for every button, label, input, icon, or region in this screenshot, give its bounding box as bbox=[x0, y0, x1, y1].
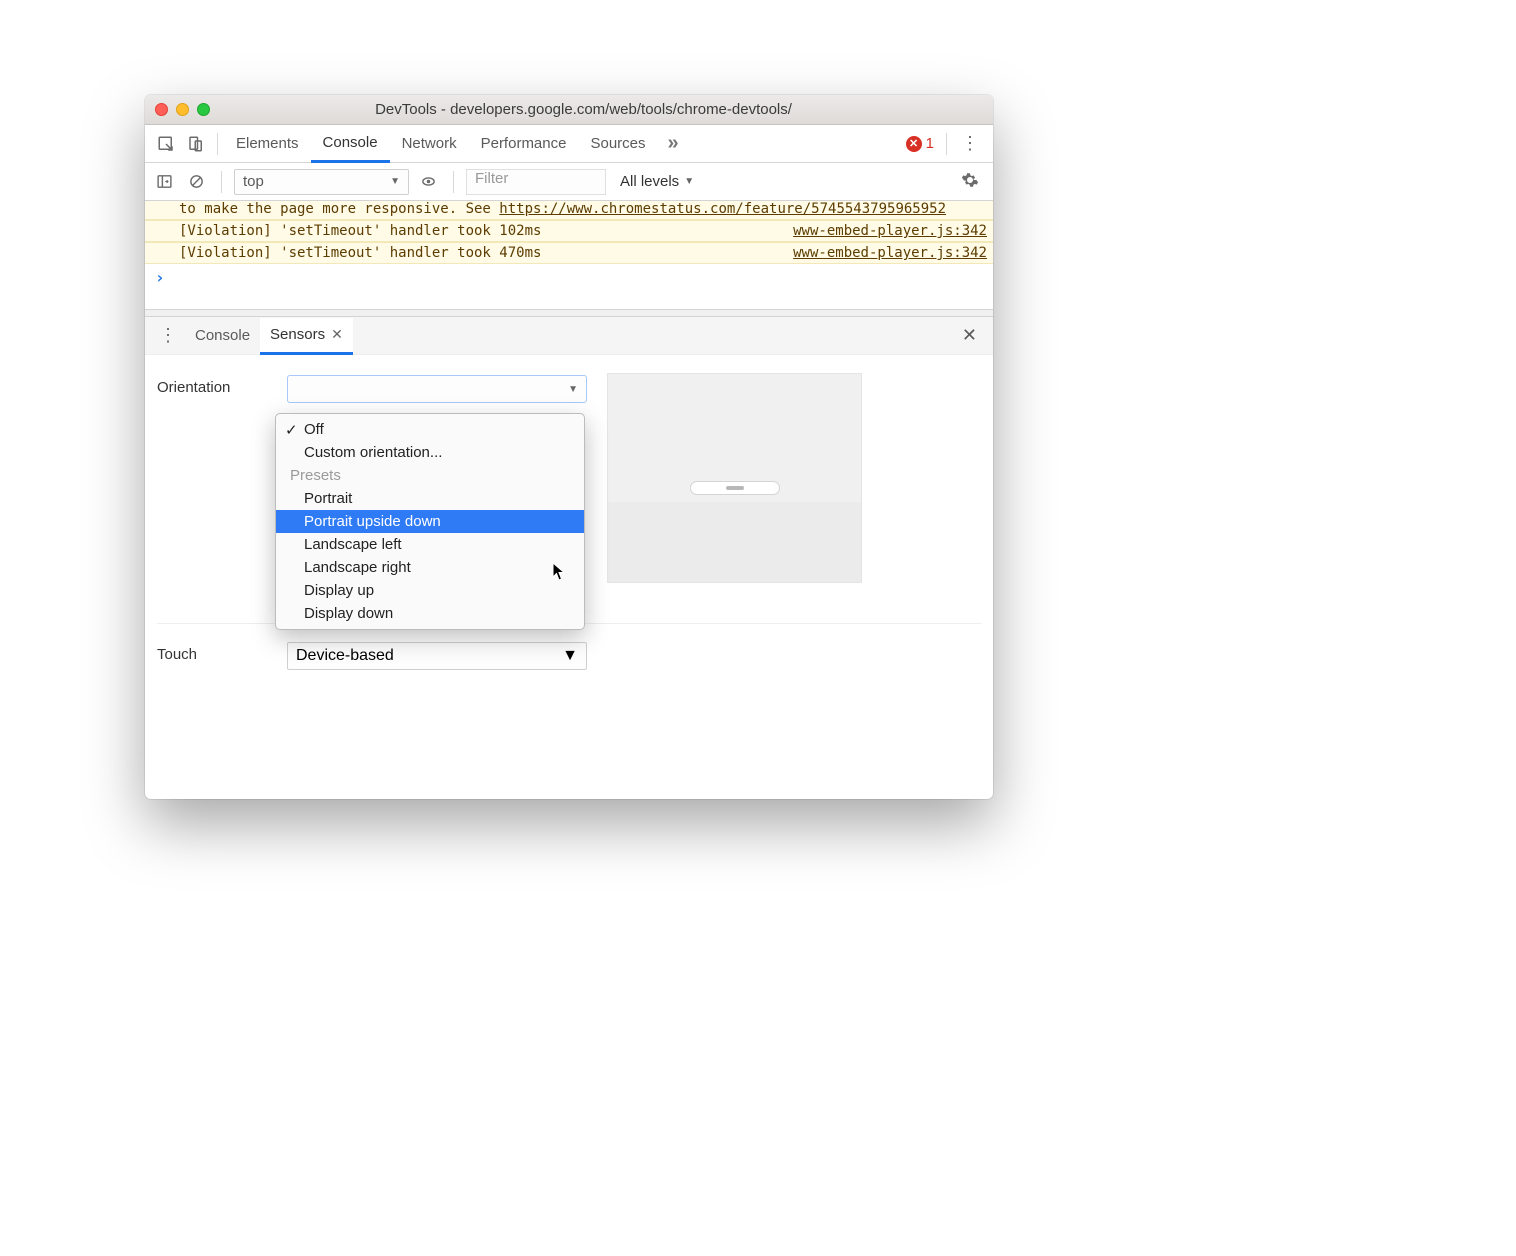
drawer-resize-handle[interactable] bbox=[145, 309, 993, 317]
more-tabs-icon[interactable]: » bbox=[658, 132, 689, 155]
dropdown-item-landscape-right[interactable]: Landscape right bbox=[276, 556, 584, 579]
console-message[interactable]: [Violation] 'setTimeout' handler took 47… bbox=[145, 242, 993, 264]
error-icon: ✕ bbox=[906, 136, 922, 152]
console-settings-icon[interactable] bbox=[953, 171, 987, 193]
separator bbox=[946, 133, 947, 155]
dropdown-item-display-up[interactable]: Display up bbox=[276, 579, 584, 602]
touch-select[interactable]: Device-based ▼ bbox=[287, 642, 587, 670]
sidebar-toggle-icon[interactable] bbox=[151, 173, 177, 190]
traffic-lights bbox=[155, 103, 210, 116]
close-tab-icon[interactable]: ✕ bbox=[331, 326, 343, 343]
console-output: to make the page more responsive. See ht… bbox=[145, 201, 993, 264]
tab-elements[interactable]: Elements bbox=[224, 125, 311, 162]
mouse-cursor bbox=[552, 562, 566, 582]
dropdown-item-off[interactable]: Off bbox=[276, 418, 584, 441]
window-title: DevTools - developers.google.com/web/too… bbox=[224, 101, 983, 118]
main-tab-bar: Elements Console Network Performance Sou… bbox=[145, 125, 993, 163]
error-count: 1 bbox=[926, 135, 934, 152]
log-levels-label: All levels bbox=[620, 173, 679, 190]
touch-label: Touch bbox=[157, 642, 267, 670]
drawer-tab-console[interactable]: Console bbox=[185, 317, 260, 354]
log-levels-selector[interactable]: All levels ▼ bbox=[620, 173, 694, 190]
chevron-down-icon: ▼ bbox=[568, 384, 578, 395]
console-message[interactable]: [Violation] 'setTimeout' handler took 10… bbox=[145, 220, 993, 242]
tab-console[interactable]: Console bbox=[311, 126, 390, 163]
touch-row: Touch Device-based ▼ bbox=[157, 623, 981, 670]
live-expression-icon[interactable] bbox=[415, 173, 441, 190]
link[interactable]: https://www.chromestatus.com/feature/574… bbox=[499, 201, 946, 217]
drawer-menu-icon[interactable]: ⋮ bbox=[151, 325, 185, 346]
close-drawer-icon[interactable]: ✕ bbox=[952, 325, 987, 346]
orientation-dropdown: Off Custom orientation... Presets Portra… bbox=[275, 413, 585, 630]
console-message[interactable]: to make the page more responsive. See ht… bbox=[145, 201, 993, 220]
chevron-down-icon: ▼ bbox=[562, 647, 578, 665]
dropdown-item-portrait[interactable]: Portrait bbox=[276, 487, 584, 510]
context-selector[interactable]: top ▼ bbox=[234, 169, 409, 195]
source-link[interactable]: www-embed-player.js:342 bbox=[793, 223, 987, 239]
dropdown-group-header: Presets bbox=[276, 464, 584, 487]
console-prompt[interactable]: › bbox=[145, 264, 993, 291]
settings-menu-icon[interactable]: ⋮ bbox=[953, 133, 987, 154]
source-link[interactable]: www-embed-player.js:342 bbox=[793, 245, 987, 261]
inspect-icon[interactable] bbox=[151, 135, 181, 153]
orientation-label: Orientation bbox=[157, 375, 267, 396]
separator bbox=[221, 171, 222, 193]
dropdown-item-landscape-left[interactable]: Landscape left bbox=[276, 533, 584, 556]
error-count-badge[interactable]: ✕ 1 bbox=[900, 135, 940, 152]
orientation-preview[interactable] bbox=[607, 373, 862, 583]
filter-input[interactable]: Filter bbox=[466, 169, 606, 195]
device-toggle-icon[interactable] bbox=[181, 135, 211, 153]
dropdown-item-display-down[interactable]: Display down bbox=[276, 602, 584, 625]
chevron-down-icon: ▼ bbox=[684, 176, 694, 187]
minimize-window-button[interactable] bbox=[176, 103, 189, 116]
context-value: top bbox=[243, 173, 264, 190]
dropdown-item-custom[interactable]: Custom orientation... bbox=[276, 441, 584, 464]
console-toolbar: top ▼ Filter All levels ▼ bbox=[145, 163, 993, 201]
drawer-tab-sensors[interactable]: Sensors ✕ bbox=[260, 318, 353, 355]
zoom-window-button[interactable] bbox=[197, 103, 210, 116]
window-titlebar[interactable]: DevTools - developers.google.com/web/too… bbox=[145, 95, 993, 125]
orientation-select[interactable]: ▼ bbox=[287, 375, 587, 403]
clear-console-icon[interactable] bbox=[183, 173, 209, 190]
separator bbox=[453, 171, 454, 193]
drawer-tab-bar: ⋮ Console Sensors ✕ ✕ bbox=[145, 317, 993, 355]
device-illustration bbox=[690, 481, 780, 495]
dropdown-item-portrait-upside-down[interactable]: Portrait upside down bbox=[276, 510, 584, 533]
chevron-down-icon: ▼ bbox=[390, 176, 400, 187]
tab-network[interactable]: Network bbox=[390, 125, 469, 162]
tab-performance[interactable]: Performance bbox=[469, 125, 579, 162]
tab-sources[interactable]: Sources bbox=[578, 125, 657, 162]
close-window-button[interactable] bbox=[155, 103, 168, 116]
separator bbox=[217, 133, 218, 155]
